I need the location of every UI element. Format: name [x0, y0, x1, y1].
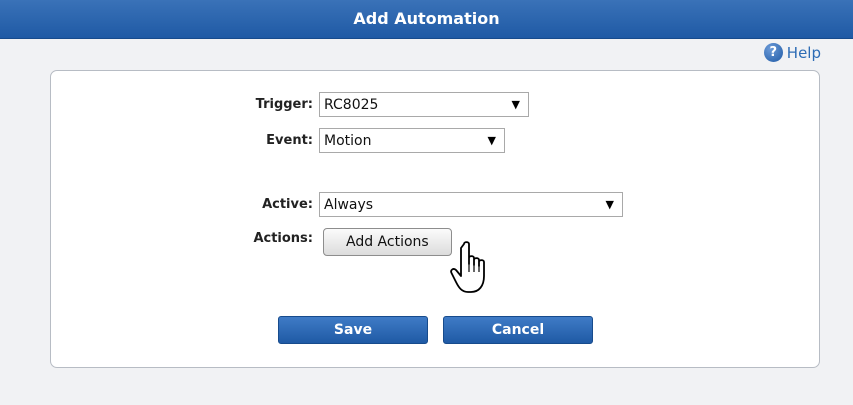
help-icon[interactable]: ? [763, 43, 783, 62]
active-select[interactable]: Always ▼ [319, 192, 623, 217]
active-value: Always [324, 196, 374, 213]
event-row: Event: Motion ▼ [51, 128, 505, 154]
chevron-down-icon: ▼ [487, 134, 496, 147]
event-label: Event: [266, 133, 313, 148]
actions-row: Actions: Add Actions [51, 228, 452, 256]
hand-pointer-icon [450, 241, 485, 293]
trigger-label: Trigger: [255, 97, 313, 112]
active-row: Active: Always ▼ [51, 192, 623, 218]
trigger-row: Trigger: RC8025 ▼ [51, 92, 529, 118]
help-label[interactable]: Help [787, 44, 821, 62]
cancel-button[interactable]: Cancel [443, 316, 593, 344]
help-link[interactable]: ? Help [763, 43, 821, 62]
automation-form-panel: Trigger: RC8025 ▼ Event: Motion ▼ Active… [50, 70, 820, 368]
add-actions-button[interactable]: Add Actions [323, 228, 452, 256]
event-value: Motion [324, 132, 372, 149]
add-automation-dialog: Add Automation ? Help Trigger: RC8025 ▼ … [0, 0, 853, 405]
actions-label: Actions: [253, 231, 313, 246]
event-select[interactable]: Motion ▼ [319, 128, 505, 153]
trigger-select[interactable]: RC8025 ▼ [319, 92, 529, 117]
dialog-titlebar: Add Automation [0, 0, 853, 39]
active-label: Active: [262, 197, 313, 212]
save-button[interactable]: Save [278, 316, 428, 344]
trigger-value: RC8025 [324, 96, 379, 113]
chevron-down-icon: ▼ [511, 98, 520, 111]
chevron-down-icon: ▼ [605, 198, 614, 211]
dialog-title: Add Automation [353, 9, 500, 28]
